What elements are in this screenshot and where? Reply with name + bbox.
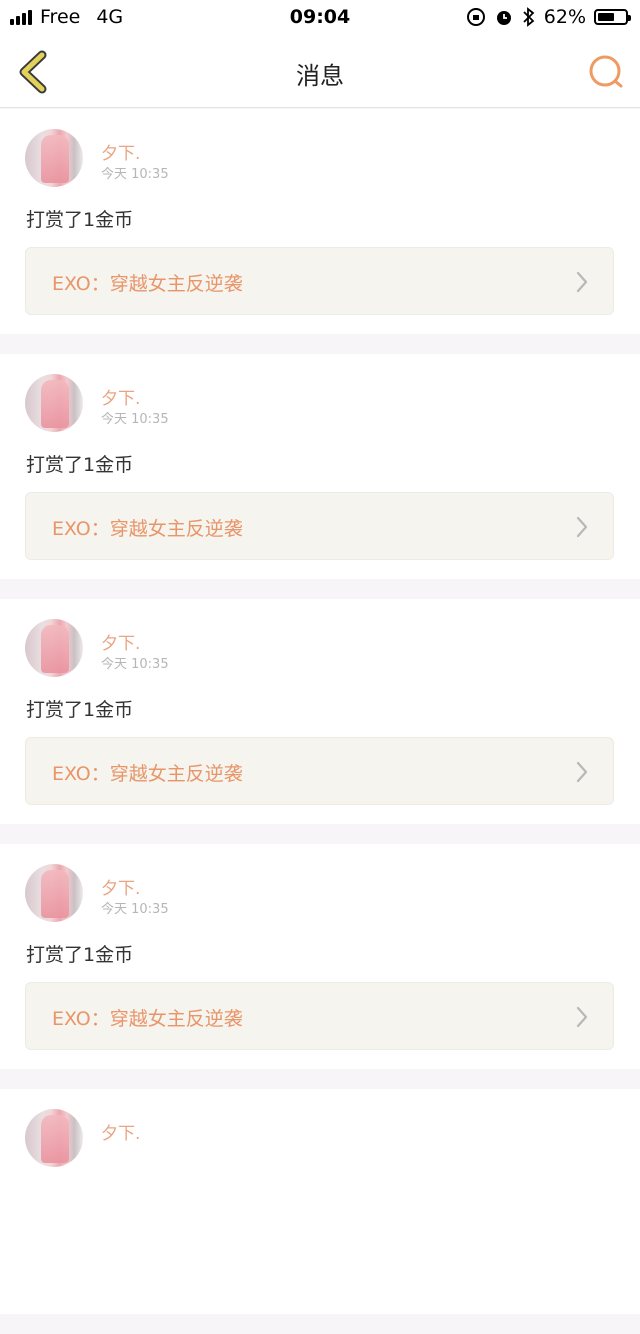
message-card: 夕下. 今天 10:35 打赏了1金币 EXO：穿越女主反逆袭: [0, 599, 640, 824]
bluetooth-icon: [523, 7, 535, 27]
user-name[interactable]: 夕下.: [101, 139, 140, 164]
chevron-right-icon: [576, 516, 588, 538]
chevron-right-icon: [576, 1006, 588, 1028]
message-card: 夕下. 今天 10:35 打赏了1金币 EXO：穿越女主反逆袭: [0, 354, 640, 579]
book-title: EXO：穿越女主反逆袭: [52, 1008, 243, 1030]
message-text: 打赏了1金币: [26, 454, 134, 476]
message-card: 夕下. 今天 10:35 打赏了1金币 EXO：穿越女主反逆袭: [0, 844, 640, 1069]
alarm-icon: [496, 11, 511, 25]
message-feed: 夕下. 今天 10:35 打赏了1金币 EXO：穿越女主反逆袭 夕下. 今天 1…: [0, 109, 640, 1334]
battery-icon: [594, 9, 631, 25]
book-link[interactable]: EXO：穿越女主反逆袭: [25, 492, 614, 560]
post-time: 今天 10:35: [101, 902, 169, 917]
battery-percent: 62%: [543, 6, 586, 28]
post-time: 今天 10:35: [101, 412, 169, 427]
avatar[interactable]: [25, 619, 83, 677]
chevron-right-icon: [576, 761, 588, 783]
book-title: EXO：穿越女主反逆袭: [52, 763, 243, 785]
message-card: 夕下.: [0, 1089, 640, 1314]
search-icon[interactable]: [586, 52, 626, 92]
chevron-right-icon: [576, 271, 588, 293]
book-link[interactable]: EXO：穿越女主反逆袭: [25, 982, 614, 1050]
book-link[interactable]: EXO：穿越女主反逆袭: [25, 247, 614, 315]
post-time: 今天 10:35: [101, 657, 169, 672]
avatar[interactable]: [25, 129, 83, 187]
user-name[interactable]: 夕下.: [101, 384, 140, 409]
avatar[interactable]: [25, 864, 83, 922]
message-text: 打赏了1金币: [26, 699, 134, 721]
message-text: 打赏了1金币: [26, 944, 134, 966]
page-title: 消息: [296, 62, 344, 90]
book-link[interactable]: EXO：穿越女主反逆袭: [25, 737, 614, 805]
status-bar: Free 4G 09:04 62%: [0, 0, 640, 36]
message-text: 打赏了1金币: [26, 209, 134, 231]
status-right: 62%: [466, 6, 631, 28]
user-name[interactable]: 夕下.: [101, 1119, 140, 1144]
book-title: EXO：穿越女主反逆袭: [52, 273, 243, 295]
avatar[interactable]: [25, 1109, 83, 1167]
nav-bar: 消息: [0, 36, 640, 108]
avatar[interactable]: [25, 374, 83, 432]
rotation-lock-icon: [466, 8, 485, 26]
message-card: 夕下. 今天 10:35 打赏了1金币 EXO：穿越女主反逆袭: [0, 109, 640, 334]
user-name[interactable]: 夕下.: [101, 874, 140, 899]
user-name[interactable]: 夕下.: [101, 629, 140, 654]
book-title: EXO：穿越女主反逆袭: [52, 518, 243, 540]
post-time: 今天 10:35: [101, 167, 169, 182]
battery-fill: [598, 13, 615, 21]
